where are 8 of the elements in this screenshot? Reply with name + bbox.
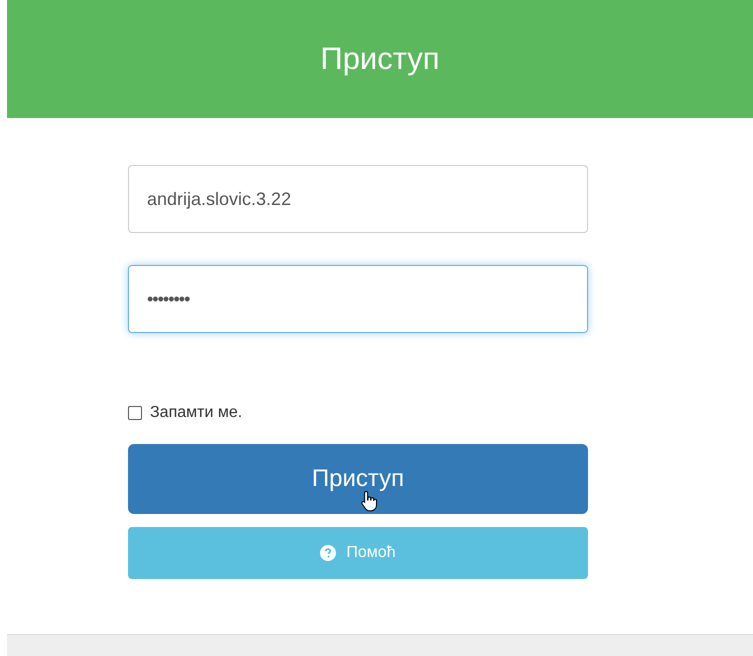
header-title: Приступ [320,40,440,78]
hand-cursor-icon [361,490,379,512]
remember-checkbox[interactable] [128,406,142,420]
login-button[interactable]: Приступ [128,444,588,514]
username-field[interactable]: andrija.slovic.3.22 [128,165,588,233]
help-icon [320,545,336,561]
remember-label: Запамти ме. [150,403,242,423]
password-field[interactable]: •••••••• [128,265,588,333]
